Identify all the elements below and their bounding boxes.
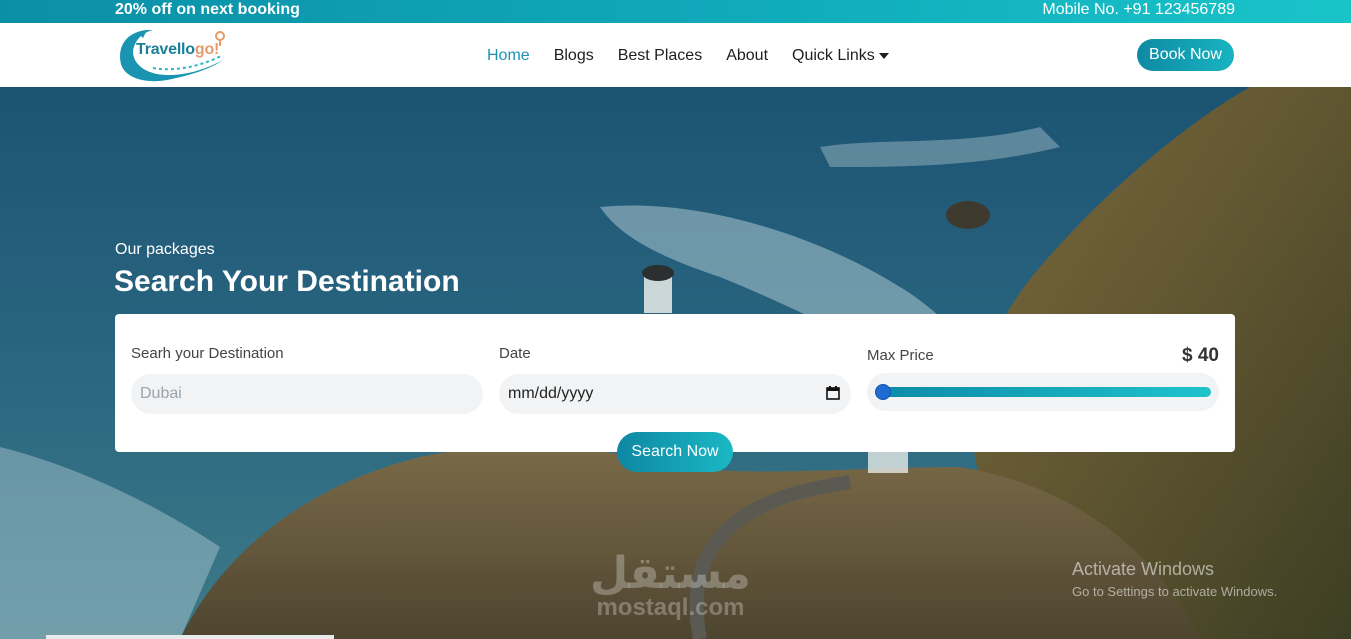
nav-about[interactable]: About — [726, 47, 768, 65]
calendar-icon[interactable] — [826, 386, 840, 400]
destination-label: Searh your Destination — [131, 345, 284, 362]
price-slider-track[interactable] — [875, 387, 1211, 397]
nav-home[interactable]: Home — [487, 47, 530, 65]
main-nav: Home Blogs Best Places About Quick Links — [487, 47, 913, 65]
max-price-label: Max Price — [867, 347, 934, 364]
logo-text: Travellogo! — [136, 41, 220, 58]
max-price-value: $ 40 — [1182, 345, 1219, 366]
book-now-button[interactable]: Book Now — [1137, 39, 1234, 71]
activate-title: Activate Windows — [1072, 559, 1215, 579]
caret-down-icon — [878, 53, 889, 59]
nav-quick-links[interactable]: Quick Links — [792, 47, 889, 65]
hero-section: Our packages Search Your Destination Sea… — [0, 87, 1351, 639]
bottom-scroll-strip — [46, 635, 334, 639]
watermark-latin: mostaql.com — [596, 594, 745, 621]
navbar: Travellogo! Home Blogs Best Places About… — [0, 23, 1351, 87]
offer-text: 20% off on next booking — [115, 1, 300, 18]
phone-text: Mobile No. +91 123456789 — [1042, 1, 1235, 18]
price-slider[interactable] — [867, 373, 1219, 411]
date-input[interactable]: mm/dd/yyyy — [499, 374, 851, 414]
nav-quick-links-label: Quick Links — [792, 47, 875, 64]
mostaql-watermark: مستقل mostaql.com — [590, 552, 751, 620]
hero-title: Search Your Destination — [114, 265, 460, 298]
top-promo-bar: 20% off on next booking Mobile No. +91 1… — [0, 0, 1351, 23]
activate-subtitle: Go to Settings to activate Windows. — [1072, 584, 1278, 599]
watermark-arabic: مستقل — [590, 548, 751, 599]
windows-activation-notice: Activate Windows Go to Settings to activ… — [1072, 559, 1277, 599]
price-slider-thumb[interactable] — [875, 384, 891, 400]
date-label: Date — [499, 345, 531, 362]
nav-best-places[interactable]: Best Places — [618, 47, 702, 65]
search-now-button[interactable]: Search Now — [617, 432, 733, 472]
nav-blogs[interactable]: Blogs — [554, 47, 594, 65]
date-input-value: mm/dd/yyyy — [508, 385, 594, 402]
destination-input[interactable]: Dubai — [131, 374, 483, 414]
hero-subtitle: Our packages — [115, 241, 215, 258]
logo[interactable]: Travellogo! — [117, 26, 227, 84]
